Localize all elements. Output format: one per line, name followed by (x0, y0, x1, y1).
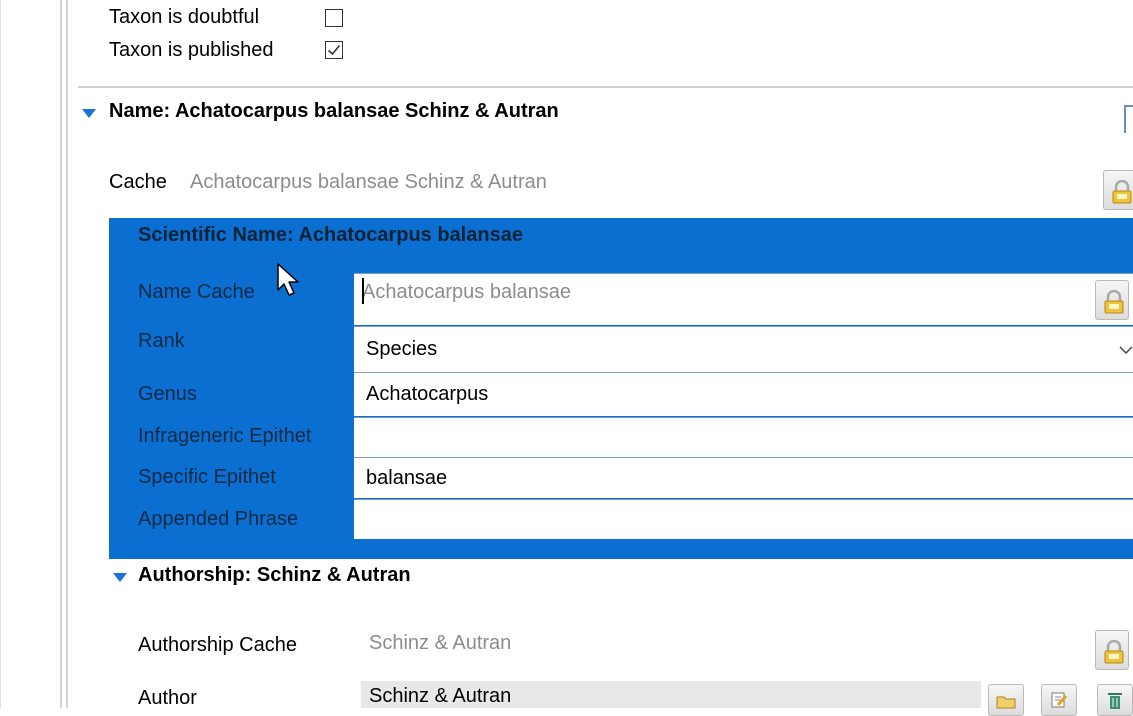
authorship-title[interactable]: Authorship: Schinz & Autran (138, 563, 411, 587)
authorship-expand-triangle-icon[interactable] (113, 573, 127, 582)
folder-icon (996, 696, 1016, 709)
mouse-cursor-icon (277, 263, 299, 296)
specific-epithet-label: Specific Epithet (138, 466, 276, 488)
appended-phrase-label: Appended Phrase (138, 508, 299, 530)
taxon-doubtful-checkbox[interactable] (325, 9, 343, 27)
cache-value: Achatocarpus balansae Schinz & Autran (190, 171, 547, 193)
rank-value: Species (366, 338, 438, 360)
name-cache-lock-button[interactable] (1095, 280, 1129, 320)
name-section-toolbar-icon[interactable] (1124, 105, 1133, 133)
name-section-expand-triangle-icon[interactable] (82, 109, 96, 118)
author-delete-button[interactable] (1097, 684, 1133, 716)
name-section-title[interactable]: Name: Achatocarpus balansae Schinz & Aut… (109, 99, 559, 123)
rank-select[interactable]: Species (354, 326, 1133, 372)
name-cache-label: Name Cache (138, 281, 255, 303)
left-frame-border (0, 0, 1, 708)
rank-label: Rank (138, 330, 185, 352)
author-value: Schinz & Autran (369, 685, 512, 707)
checkmark-icon (327, 44, 341, 56)
chevron-down-icon (1119, 346, 1133, 355)
section-separator (78, 86, 1133, 88)
author-open-button[interactable] (988, 684, 1024, 716)
text-caret (362, 278, 364, 304)
author-field[interactable]: Schinz & Autran (361, 681, 981, 708)
cache-lock-button[interactable] (1103, 170, 1133, 210)
left-panel-border-inner (66, 0, 68, 708)
genus-value: Achatocarpus (366, 383, 489, 405)
lock-icon (1104, 640, 1124, 664)
cache-label: Cache (109, 171, 167, 193)
scientific-name-title[interactable]: Scientific Name: Achatocarpus balansae (138, 223, 523, 247)
authorship-lock-button[interactable] (1095, 630, 1129, 670)
specific-epithet-field[interactable]: balansae (354, 457, 1133, 498)
name-cache-field[interactable]: Achatocarpus balansae (354, 273, 1133, 325)
authorship-cache-value: Schinz & Autran (369, 632, 512, 654)
name-cache-value: Achatocarpus balansae (362, 281, 572, 303)
infrageneric-epithet-label: Infrageneric Epithet (138, 425, 312, 447)
taxon-doubtful-label: Taxon is doubtful (109, 6, 260, 28)
specific-epithet-value: balansae (366, 467, 448, 489)
trash-icon (1108, 693, 1122, 709)
genus-field[interactable]: Achatocarpus (354, 372, 1133, 416)
taxon-published-label: Taxon is published (109, 39, 274, 61)
genus-label: Genus (138, 383, 197, 405)
taxon-published-checkbox[interactable] (325, 41, 343, 59)
edit-icon (1051, 692, 1068, 708)
left-panel-border (60, 0, 62, 708)
lock-icon (1112, 180, 1132, 204)
author-label: Author (138, 687, 197, 709)
author-edit-button[interactable] (1041, 684, 1077, 716)
appended-phrase-field[interactable] (354, 499, 1133, 539)
lock-icon (1104, 290, 1124, 314)
infrageneric-epithet-field[interactable] (354, 417, 1133, 457)
authorship-cache-label: Authorship Cache (138, 634, 297, 656)
